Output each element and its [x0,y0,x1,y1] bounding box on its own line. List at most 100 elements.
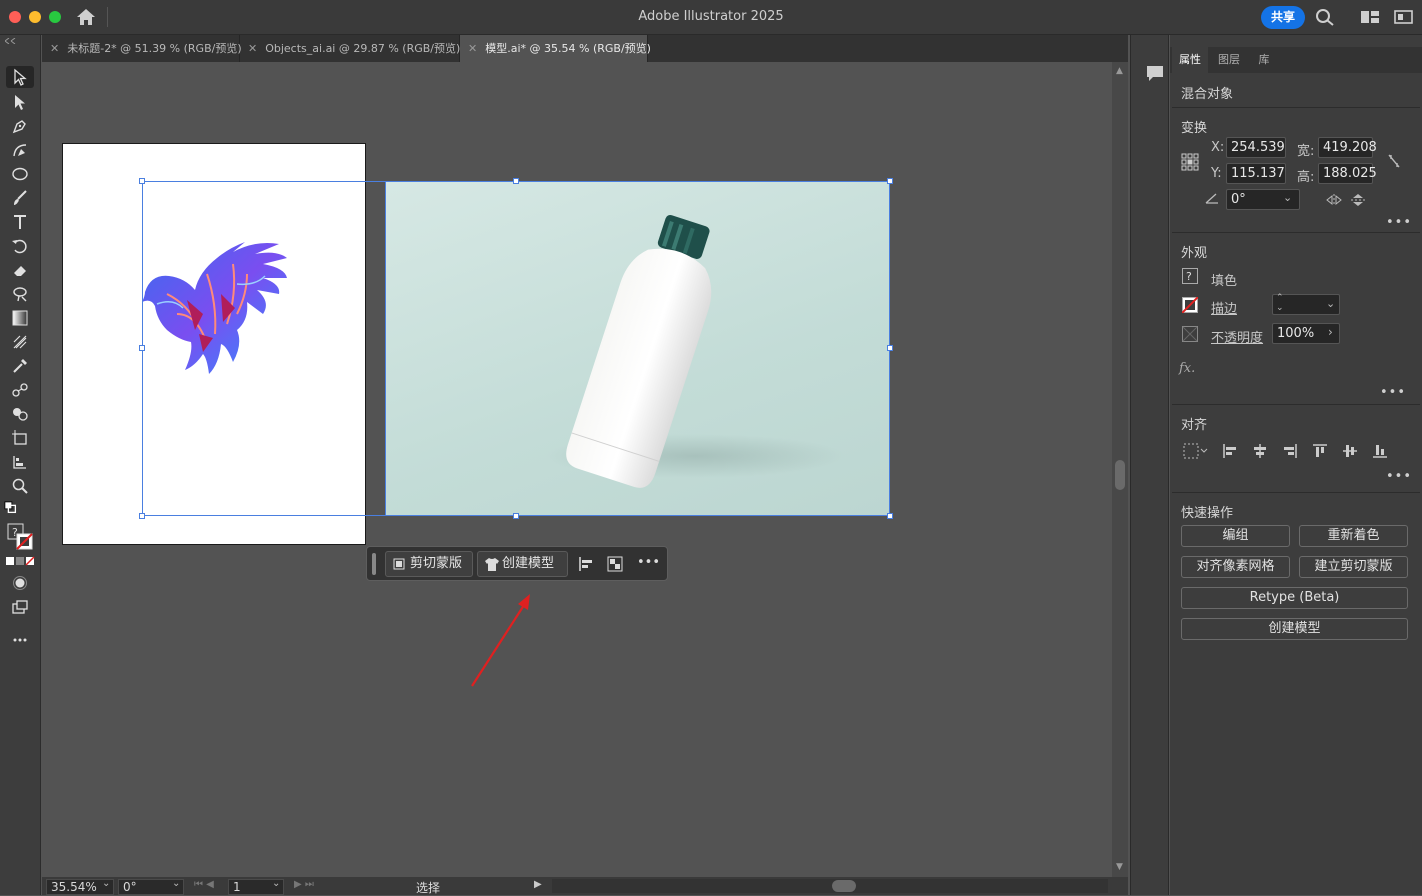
fill-swatch-icon[interactable]: ? [1182,268,1198,284]
collapse-icon[interactable] [5,38,17,44]
create-mockup-button[interactable]: 创建模型 [477,551,568,577]
chevron-down-icon[interactable]: ⌄ [1283,191,1292,204]
align-more-button[interactable]: ••• [1386,469,1412,484]
resize-handle[interactable] [513,513,519,519]
panel-toggle-icon[interactable] [1394,8,1414,26]
screen-mode-tool[interactable] [6,596,34,618]
tab-untitled-2[interactable]: ✕ 未标题-2* @ 51.39 % (RGB/预览) [42,35,242,62]
clipping-mask-button[interactable]: 剪切蒙版 [385,551,473,577]
ellipse-tool[interactable] [6,163,34,185]
flip-vertical-icon[interactable] [1350,193,1366,207]
y-input[interactable]: 115.137 [1226,163,1286,184]
blend-tool[interactable] [6,379,34,401]
lasso-tool[interactable] [6,283,34,305]
rotate-tool[interactable] [6,235,34,257]
retype-button[interactable]: Retype (Beta) [1181,587,1408,609]
align-to-selection-icon[interactable] [1183,443,1209,459]
tab-libraries[interactable]: 库 [1246,47,1282,73]
create-mockup-panel-button[interactable]: 创建模型 [1181,618,1408,640]
scroll-up-icon[interactable]: ▲ [1116,66,1123,76]
chevron-down-icon[interactable]: ⌄ [172,878,180,889]
appearance-more-button[interactable]: ••• [1380,385,1406,400]
eraser-tool[interactable] [6,259,34,281]
reference-point-icon[interactable] [1181,153,1199,171]
draw-mode-tool[interactable] [6,572,34,594]
resize-handle[interactable] [139,513,145,519]
vertical-scrollbar[interactable]: ▲ ▼ [1112,62,1128,877]
resize-handle[interactable] [887,178,893,184]
canvas[interactable] [42,62,1112,877]
close-tab-icon[interactable]: ✕ [468,42,477,55]
h-scroll-thumb[interactable] [832,880,856,892]
tab-properties[interactable]: 属性 [1172,47,1208,73]
resize-handle[interactable] [887,345,893,351]
pen-tool[interactable] [6,115,34,137]
align-right-icon[interactable] [1282,443,1298,459]
stepper-icon[interactable]: ⌃ ⌄ [1276,293,1284,313]
gradient-tool[interactable] [6,307,34,329]
eraser-icon [14,266,26,276]
color-mode-buttons[interactable] [5,555,35,567]
flip-horizontal-icon[interactable] [1326,193,1342,207]
align-horizontal-center-icon[interactable] [1252,443,1268,459]
drag-handle[interactable] [372,553,376,575]
eyedropper-tool[interactable] [6,355,34,377]
edit-toolbar-button[interactable] [6,629,34,651]
constrain-proportions-icon[interactable] [1386,152,1402,170]
height-input[interactable]: 188.025 [1318,163,1377,184]
direct-selection-tool[interactable] [6,91,34,113]
transform-more-button[interactable]: ••• [1386,215,1412,230]
make-clipping-mask-button[interactable]: 建立剪切蒙版 [1299,556,1408,578]
align-left-icon[interactable] [578,556,594,572]
align-left-icon[interactable] [1222,443,1238,459]
chevron-down-icon[interactable]: ⌄ [272,878,280,889]
tab-mockup-ai[interactable]: ✕ 模型.ai* @ 35.54 % (RGB/预览) [460,35,651,62]
width-input[interactable]: 419.208 [1318,137,1377,158]
selection-tool[interactable] [6,66,34,88]
align-pixel-grid-button[interactable]: 对齐像素网格 [1181,556,1290,578]
opacity-label[interactable]: 不透明度 [1211,327,1263,346]
more-options-button[interactable]: ••• [637,555,660,570]
search-icon[interactable] [1315,8,1335,26]
stroke-label[interactable]: 描边 [1211,298,1237,317]
first-artboard-icon[interactable]: ⏮ ◀ [194,879,214,890]
arrange-icon[interactable] [607,556,623,572]
resize-handle[interactable] [139,178,145,184]
x-input[interactable]: 254.539 [1226,137,1286,158]
chevron-right-icon[interactable]: › [1328,325,1333,339]
scroll-thumb[interactable] [1115,460,1125,490]
graph-tool[interactable] [6,451,34,473]
status-menu-icon[interactable]: ▶ [534,879,542,890]
mesh-tool[interactable] [6,331,34,353]
align-bottom-icon[interactable] [1372,443,1388,459]
artboard-tool[interactable] [6,427,34,449]
group-button[interactable]: 编组 [1181,525,1290,547]
horizontal-scrollbar[interactable] [552,879,1108,893]
tab-objects-ai[interactable]: ✕ Objects_ai.ai @ 29.87 % (RGB/预览) [240,35,460,62]
shape-builder-tool[interactable] [6,403,34,425]
close-tab-icon[interactable]: ✕ [248,42,257,55]
resize-handle[interactable] [139,345,145,351]
resize-handle[interactable] [887,513,893,519]
align-top-icon[interactable] [1312,443,1328,459]
stroke-swatch-icon[interactable] [1182,297,1198,313]
close-tab-icon[interactable]: ✕ [50,42,59,55]
fill-stroke-swatches[interactable]: ? [6,522,34,552]
default-colors-button[interactable] [3,500,19,516]
curvature-tool[interactable] [6,139,34,161]
paintbrush-tool[interactable] [6,187,34,209]
workspace-layout-icon[interactable] [1360,8,1380,26]
zoom-tool[interactable] [6,475,34,497]
next-artboard-icon[interactable]: ▶ ⏭ [294,879,314,890]
type-tool[interactable] [6,211,34,233]
comments-icon[interactable] [1145,63,1165,83]
recolor-button[interactable]: 重新着色 [1299,525,1408,547]
share-button[interactable]: 共享 [1261,6,1305,29]
chevron-down-icon[interactable]: ⌄ [1326,297,1335,310]
chevron-down-icon[interactable]: ⌄ [102,878,110,889]
align-vertical-center-icon[interactable] [1342,443,1358,459]
resize-handle[interactable] [513,178,519,184]
fx-button[interactable]: fx. [1179,361,1195,376]
scroll-down-icon[interactable]: ▼ [1116,862,1123,872]
tab-layers[interactable]: 图层 [1211,47,1247,73]
